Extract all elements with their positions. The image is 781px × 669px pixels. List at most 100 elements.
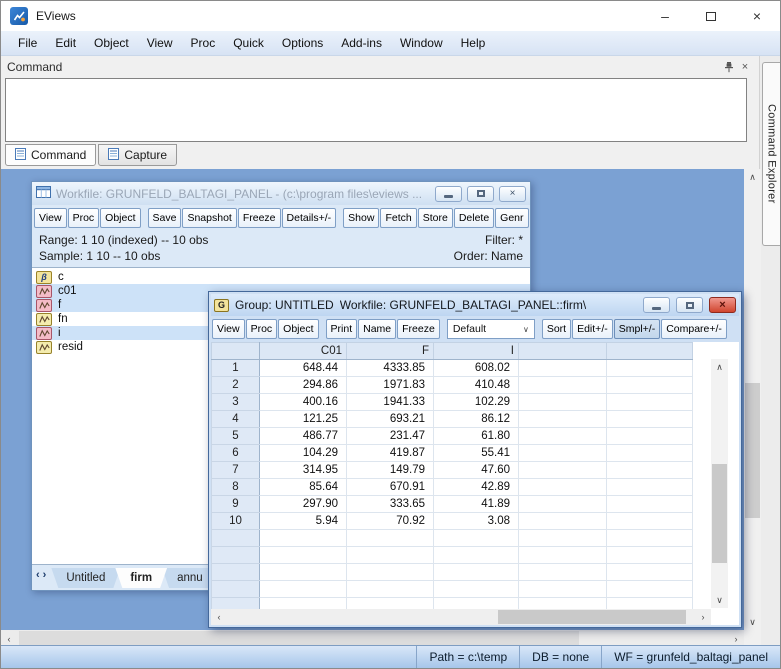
cell[interactable]: 3.08 <box>434 513 519 530</box>
group-titlebar[interactable]: G Group: UNTITLED Workfile: GRUNFELD_BAL… <box>211 294 739 316</box>
cell[interactable] <box>607 530 693 547</box>
desktop-vertical-scrollbar[interactable]: ∧ ∨ <box>744 169 761 630</box>
obs-cell[interactable]: 1 <box>212 360 260 377</box>
obs-cell[interactable]: 10 <box>212 513 260 530</box>
scrollbar-track[interactable] <box>227 609 695 625</box>
cell[interactable]: 5.94 <box>260 513 347 530</box>
edit-button[interactable]: Edit+/- <box>572 319 613 339</box>
workfile-titlebar[interactable]: Workfile: GRUNFELD_BALTAGI_PANEL - (c:\p… <box>32 182 530 205</box>
cell[interactable] <box>519 530 607 547</box>
cell[interactable]: 149.79 <box>347 462 434 479</box>
object-button[interactable]: Object <box>278 319 318 339</box>
cell[interactable] <box>607 462 693 479</box>
cell[interactable]: 333.65 <box>347 496 434 513</box>
cell[interactable]: 47.60 <box>434 462 519 479</box>
cell[interactable]: 297.90 <box>260 496 347 513</box>
page-tab-untitled[interactable]: Untitled <box>51 568 120 588</box>
cell[interactable] <box>519 564 607 581</box>
cell[interactable]: 608.02 <box>434 360 519 377</box>
cell[interactable] <box>347 547 434 564</box>
show-button[interactable]: Show <box>343 208 379 228</box>
cell[interactable] <box>607 394 693 411</box>
obs-cell[interactable]: 5 <box>212 428 260 445</box>
cell[interactable] <box>607 377 693 394</box>
workfile-minimize-button[interactable] <box>435 186 462 202</box>
cell[interactable]: 693.21 <box>347 411 434 428</box>
table-vertical-scrollbar[interactable]: ∧ ∨ <box>711 359 728 608</box>
cell[interactable]: 85.64 <box>260 479 347 496</box>
cell[interactable] <box>607 564 693 581</box>
group-minimize-button[interactable] <box>643 297 670 313</box>
column-header-c01[interactable]: C01 <box>260 343 347 360</box>
cell[interactable]: 1971.83 <box>347 377 434 394</box>
sample-text[interactable]: Sample: 1 10 -- 10 obs <box>39 248 160 264</box>
cell[interactable]: 61.80 <box>434 428 519 445</box>
cell[interactable] <box>519 462 607 479</box>
scroll-up-icon[interactable]: ∧ <box>744 169 761 185</box>
cell[interactable] <box>260 530 347 547</box>
menu-proc[interactable]: Proc <box>182 31 225 55</box>
view-button[interactable]: View <box>212 319 245 339</box>
obs-cell[interactable]: 4 <box>212 411 260 428</box>
cell[interactable]: 86.12 <box>434 411 519 428</box>
obs-cell[interactable] <box>212 564 260 581</box>
cell[interactable] <box>519 496 607 513</box>
tab-command[interactable]: Command <box>5 144 96 166</box>
menu-options[interactable]: Options <box>273 31 332 55</box>
next-page-icon[interactable]: › <box>43 569 47 581</box>
cell[interactable] <box>260 547 347 564</box>
cell[interactable] <box>434 530 519 547</box>
cell[interactable] <box>519 581 607 598</box>
cell[interactable] <box>347 564 434 581</box>
page-tab-firm[interactable]: firm <box>115 568 167 588</box>
scroll-left-icon[interactable]: ‹ <box>211 609 227 625</box>
menu-addins[interactable]: Add-ins <box>332 31 391 55</box>
cell[interactable]: 42.89 <box>434 479 519 496</box>
proc-button[interactable]: Proc <box>68 208 100 228</box>
cell[interactable] <box>519 428 607 445</box>
workfile-close-button[interactable]: × <box>499 186 526 202</box>
snapshot-button[interactable]: Snapshot <box>182 208 236 228</box>
smpl-button[interactable]: Smpl+/- <box>614 319 660 339</box>
obs-cell[interactable] <box>212 547 260 564</box>
view-button[interactable]: View <box>34 208 67 228</box>
cell[interactable] <box>260 581 347 598</box>
cell[interactable]: 648.44 <box>260 360 347 377</box>
obs-cell[interactable]: 3 <box>212 394 260 411</box>
cell[interactable] <box>607 411 693 428</box>
freeze-button[interactable]: Freeze <box>397 319 440 339</box>
command-close-icon[interactable]: × <box>737 59 753 75</box>
tab-capture[interactable]: Capture <box>98 144 177 166</box>
cell[interactable]: 419.87 <box>347 445 434 462</box>
genr-button[interactable]: Genr <box>495 208 528 228</box>
fetch-button[interactable]: Fetch <box>380 208 416 228</box>
app-titlebar[interactable]: EViews – × <box>1 1 780 31</box>
column-header-i[interactable]: I <box>434 343 519 360</box>
cell[interactable]: 400.16 <box>260 394 347 411</box>
table-horizontal-scrollbar[interactable]: ‹ › <box>211 609 711 625</box>
obs-cell[interactable]: 9 <box>212 496 260 513</box>
minimize-button[interactable]: – <box>642 2 688 31</box>
group-restore-button[interactable] <box>676 297 703 313</box>
prev-page-icon[interactable]: ‹ <box>36 569 40 581</box>
display-mode-dropdown[interactable]: Default ∨ <box>447 319 535 339</box>
scrollbar-thumb[interactable] <box>745 383 760 518</box>
menu-edit[interactable]: Edit <box>46 31 85 55</box>
obs-cell[interactable]: 7 <box>212 462 260 479</box>
cell[interactable]: 294.86 <box>260 377 347 394</box>
menu-window[interactable]: Window <box>391 31 452 55</box>
obs-cell[interactable] <box>212 530 260 547</box>
cell[interactable]: 70.92 <box>347 513 434 530</box>
cell[interactable] <box>607 479 693 496</box>
scroll-right-icon[interactable]: › <box>695 609 711 625</box>
cell[interactable]: 121.25 <box>260 411 347 428</box>
cell[interactable] <box>607 428 693 445</box>
object-button[interactable]: Object <box>100 208 140 228</box>
scroll-down-icon[interactable]: ∨ <box>744 614 761 630</box>
freeze-button[interactable]: Freeze <box>238 208 281 228</box>
cell[interactable] <box>434 547 519 564</box>
name-button[interactable]: Name <box>358 319 396 339</box>
cell[interactable]: 4333.85 <box>347 360 434 377</box>
obs-cell[interactable]: 8 <box>212 479 260 496</box>
cell[interactable]: 102.29 <box>434 394 519 411</box>
